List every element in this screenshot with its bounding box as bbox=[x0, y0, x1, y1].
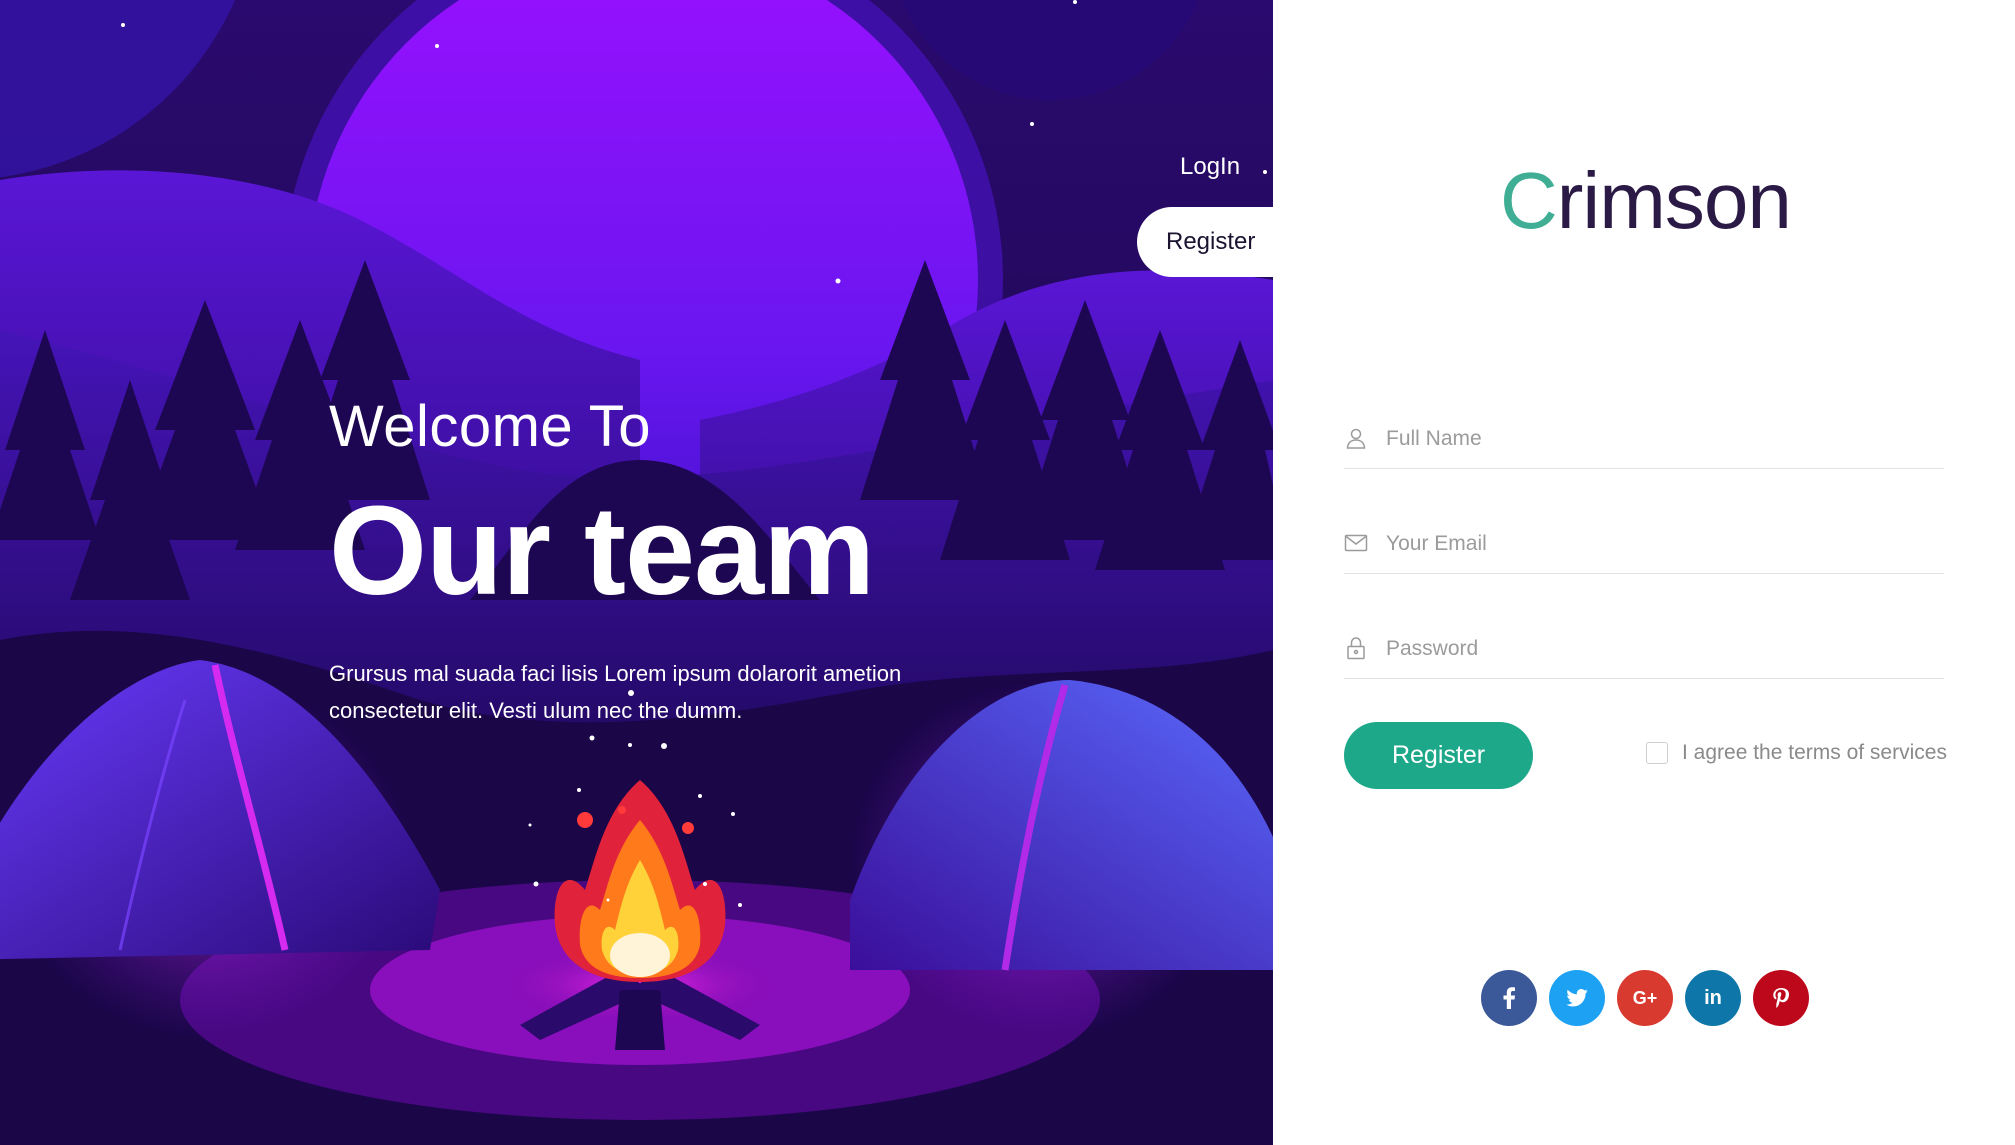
linkedin-button[interactable]: in bbox=[1685, 970, 1741, 1026]
terms-agreement[interactable]: I agree the terms of services bbox=[1646, 741, 1947, 765]
pinterest-icon bbox=[1773, 988, 1789, 1008]
tab-login[interactable]: LogIn bbox=[1180, 153, 1240, 181]
hero-description: Grursus mal suada faci lisis Lorem ipsum… bbox=[329, 661, 902, 723]
twitter-button[interactable] bbox=[1549, 970, 1605, 1026]
register-button[interactable]: Register bbox=[1344, 722, 1533, 789]
tab-register[interactable]: Register bbox=[1137, 207, 1273, 277]
password-input[interactable] bbox=[1384, 630, 1938, 668]
email-field bbox=[1344, 525, 1944, 574]
twitter-icon bbox=[1566, 989, 1588, 1007]
terms-label: I agree the terms of services bbox=[1682, 741, 1947, 764]
lock-icon bbox=[1347, 637, 1365, 660]
mail-icon bbox=[1344, 534, 1368, 552]
user-icon bbox=[1346, 428, 1366, 449]
social-links: G+ in bbox=[1481, 970, 1809, 1026]
hero-panel: Welcome To Our team Grursus mal suada fa… bbox=[0, 0, 1273, 1145]
brand-logo-rest: rimson bbox=[1556, 156, 1792, 245]
fullname-field bbox=[1344, 420, 1944, 469]
terms-checkbox[interactable] bbox=[1646, 742, 1668, 764]
hero-headline: Our team bbox=[329, 480, 875, 621]
email-input[interactable] bbox=[1384, 525, 1938, 563]
facebook-icon bbox=[1503, 987, 1515, 1009]
google-plus-icon: G+ bbox=[1632, 987, 1658, 1008]
welcome-text: Welcome To bbox=[329, 394, 651, 459]
fullname-input[interactable] bbox=[1384, 420, 1938, 458]
password-field bbox=[1344, 630, 1944, 679]
brand-logo: Crimson bbox=[1500, 155, 1792, 247]
google-plus-button[interactable]: G+ bbox=[1617, 970, 1673, 1026]
facebook-button[interactable] bbox=[1481, 970, 1537, 1026]
brand-logo-initial: C bbox=[1500, 156, 1558, 245]
pinterest-button[interactable] bbox=[1753, 970, 1809, 1026]
linkedin-icon: in bbox=[1704, 986, 1722, 1009]
